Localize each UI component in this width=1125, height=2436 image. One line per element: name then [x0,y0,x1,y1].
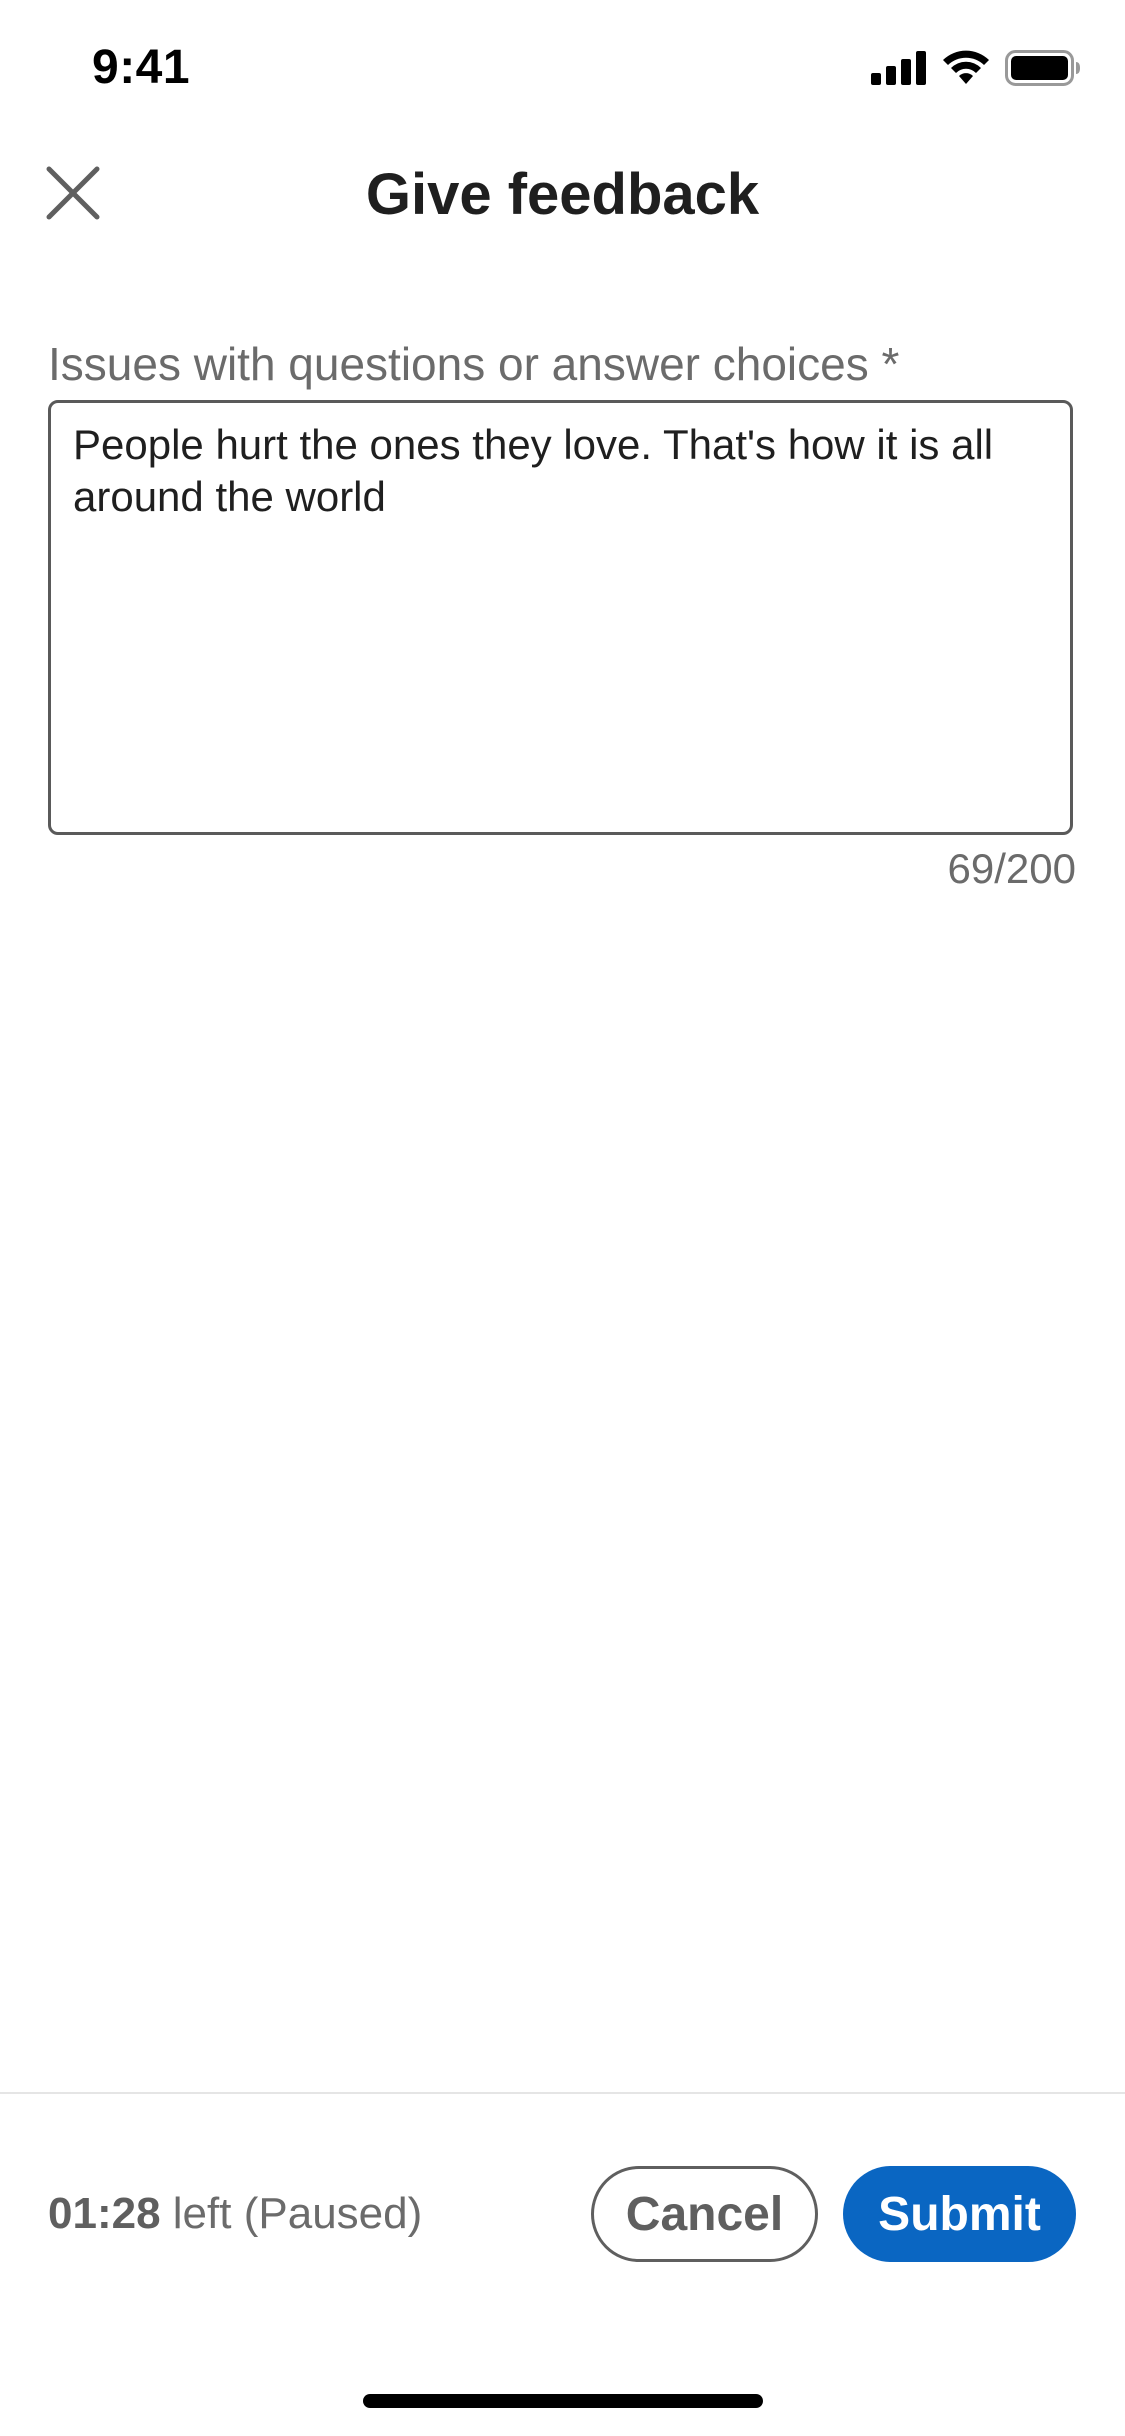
status-time: 9:41 [92,41,191,94]
battery-icon [1005,50,1081,91]
status-icons [871,50,1081,91]
feedback-field-label: Issues with questions or answer choices … [48,338,900,390]
header: Give feedback [0,132,1125,264]
status-bar: 9:41 [0,0,1125,132]
timer-status: 01:28 left (Paused) [48,2186,422,2242]
timer-value: 01:28 [48,2189,161,2238]
wifi-icon [941,50,991,91]
page-title: Give feedback [365,162,760,227]
timer-paused-label: (Paused) [243,2189,423,2238]
feedback-textarea[interactable]: People hurt the ones they love. That's h… [48,400,1073,835]
footer-divider [0,2092,1125,2094]
cellular-signal-icon [871,51,927,90]
cancel-button[interactable]: Cancel [591,2166,818,2262]
character-counter: 69/200 [947,845,1076,892]
timer-left-label: left [172,2189,232,2238]
submit-button[interactable]: Submit [843,2166,1076,2262]
home-indicator [363,2394,763,2408]
